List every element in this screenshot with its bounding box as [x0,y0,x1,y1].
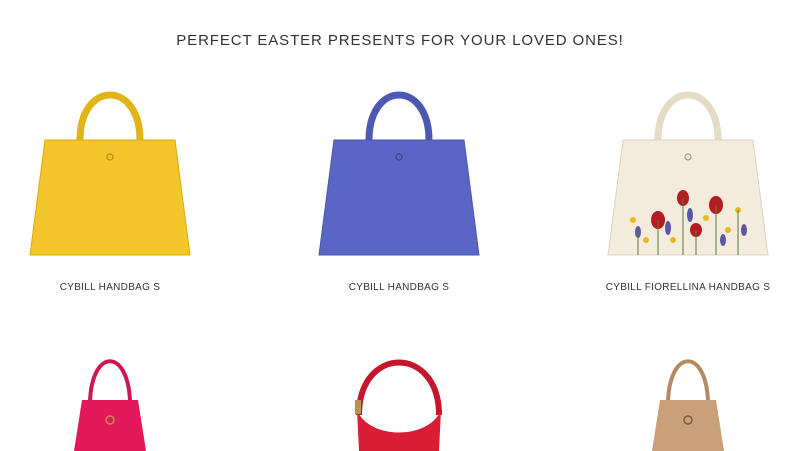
product-card[interactable] [299,340,499,451]
product-name[interactable]: CYBILL FIORELLINA HANDBAG S [588,282,788,293]
product-image-floral-handbag[interactable] [588,80,788,260]
product-image-blue-handbag[interactable] [299,80,499,260]
product-image-red-hobo-bag[interactable] [299,340,499,451]
product-card[interactable] [10,340,210,451]
product-card[interactable]: CYBILL FIORELLINA HANDBAG S [588,80,788,293]
product-card[interactable]: CYBILL HANDBAG S [299,80,499,293]
product-image-pink-bucket-bag[interactable] [10,340,210,451]
product-grid-page: PERFECT EASTER PRESENTS FOR YOUR LOVED O… [0,0,800,451]
product-name[interactable]: CYBILL HANDBAG S [10,282,210,293]
section-heading: PERFECT EASTER PRESENTS FOR YOUR LOVED O… [176,32,624,49]
product-name[interactable]: CYBILL HANDBAG S [299,282,499,293]
product-card[interactable]: CYBILL HANDBAG S [10,80,210,293]
product-card[interactable] [588,340,788,451]
product-image-beige-bucket-bag[interactable] [588,340,788,451]
product-image-yellow-handbag[interactable] [10,80,210,260]
